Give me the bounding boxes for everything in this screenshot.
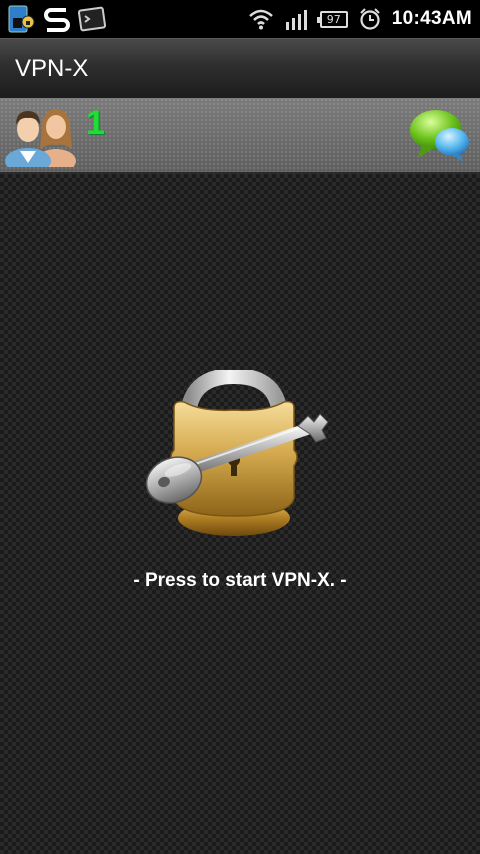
status-time: 10:43AM xyxy=(391,8,472,29)
notification-icons xyxy=(6,4,106,34)
start-vpn-text[interactable]: - Press to start VPN-X. - xyxy=(0,570,480,592)
wifi-icon xyxy=(248,9,273,30)
alarm-icon xyxy=(360,8,380,30)
user-count: 1 xyxy=(86,104,105,142)
users-icon[interactable] xyxy=(4,103,80,167)
sim-icon xyxy=(8,5,35,33)
toolbar: 1 xyxy=(0,98,480,174)
s-app-icon xyxy=(44,8,70,32)
title-bar: VPN-X xyxy=(0,38,480,98)
signal-icon xyxy=(285,10,307,30)
main-area: - Press to start VPN-X. - xyxy=(0,174,480,854)
chat-icon[interactable] xyxy=(408,106,470,166)
padlock-key-icon[interactable] xyxy=(140,370,340,550)
system-icons: 97 10:43AM xyxy=(248,0,472,38)
app-title: VPN-X xyxy=(15,54,89,82)
battery-level: 97 xyxy=(326,12,341,26)
terminal-icon xyxy=(78,6,106,32)
battery-icon: 97 xyxy=(316,10,348,28)
status-bar: 97 10:43AM xyxy=(0,0,480,38)
